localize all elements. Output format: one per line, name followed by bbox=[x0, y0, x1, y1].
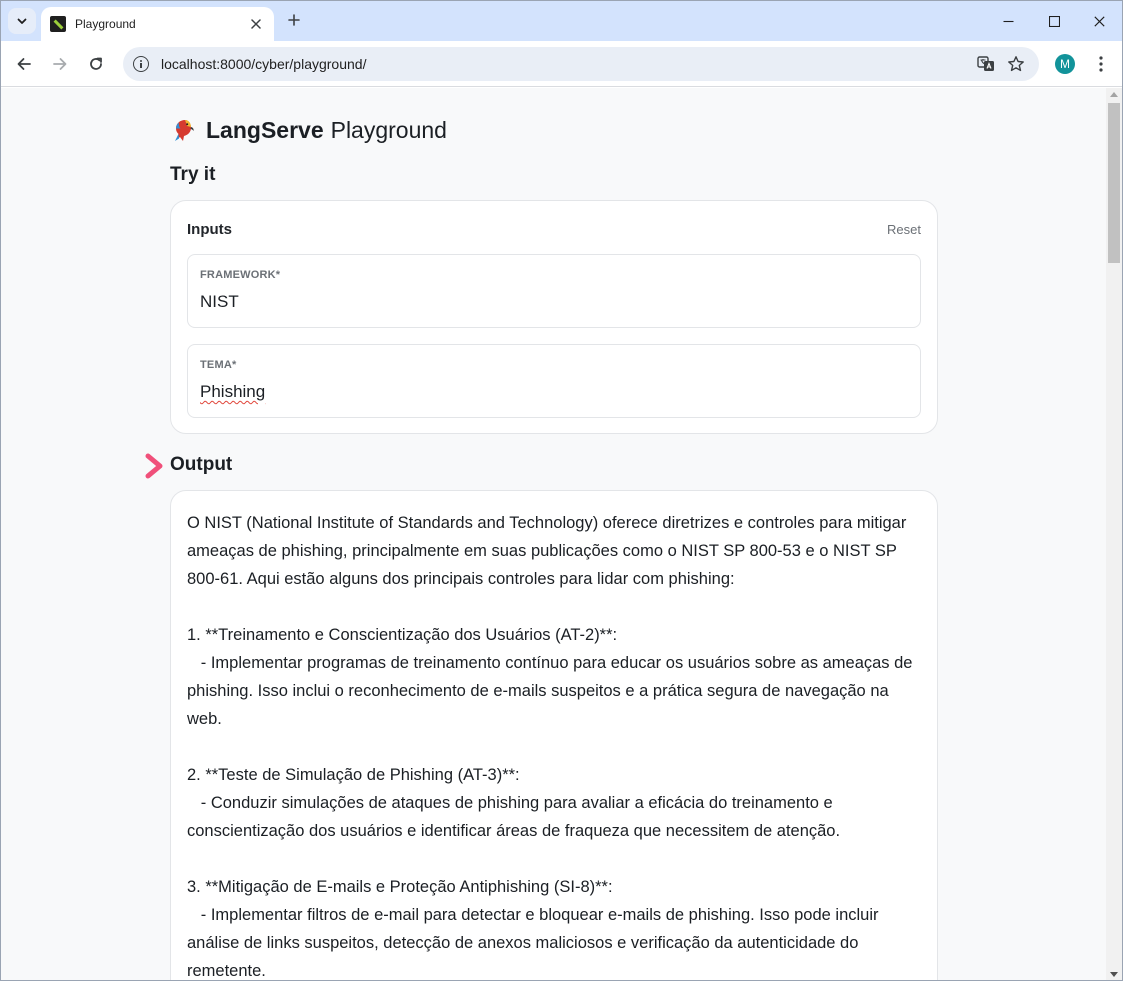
profile-avatar[interactable]: M bbox=[1055, 54, 1075, 74]
favicon-icon bbox=[50, 16, 66, 32]
translate-button[interactable] bbox=[971, 49, 1001, 79]
browser-menu-button[interactable] bbox=[1089, 52, 1113, 76]
browser-window: Playground localhost:8000/cyber/playgrou… bbox=[0, 0, 1123, 981]
new-tab-button[interactable] bbox=[283, 10, 305, 32]
close-icon bbox=[251, 19, 261, 29]
arrow-left-icon bbox=[17, 58, 31, 70]
more-vertical-icon bbox=[1099, 56, 1103, 72]
forward-button[interactable] bbox=[46, 50, 74, 78]
parrot-logo-icon bbox=[175, 120, 194, 141]
scroll-up-arrow-icon[interactable] bbox=[1110, 92, 1118, 97]
try-it-heading: Try it bbox=[170, 164, 216, 185]
maximize-icon bbox=[1048, 15, 1060, 27]
tab-title: Playground bbox=[75, 17, 136, 31]
vertical-scrollbar[interactable] bbox=[1106, 88, 1122, 980]
maximize-button[interactable] bbox=[1031, 9, 1077, 33]
reload-button[interactable] bbox=[82, 50, 110, 78]
arrow-right-icon bbox=[53, 58, 67, 70]
tab-close-button[interactable] bbox=[246, 14, 266, 34]
translate-icon bbox=[977, 56, 994, 71]
framework-input[interactable]: NIST bbox=[200, 292, 239, 312]
output-text: O NIST (National Institute of Standards … bbox=[187, 514, 913, 980]
framework-label: FRAMEWORK* bbox=[200, 269, 281, 281]
tab-search-button[interactable] bbox=[8, 8, 36, 34]
output-card: O NIST (National Institute of Standards … bbox=[170, 490, 938, 980]
scrollbar-thumb[interactable] bbox=[1108, 103, 1120, 263]
brand-suffix: Playground bbox=[330, 116, 447, 143]
title-bar: Playground bbox=[1, 1, 1122, 41]
framework-field[interactable]: FRAMEWORK* NIST bbox=[187, 254, 921, 328]
inputs-card: Inputs Reset FRAMEWORK* NIST TEMA* Phish… bbox=[170, 200, 938, 434]
back-button[interactable] bbox=[10, 50, 38, 78]
plus-icon bbox=[288, 14, 300, 26]
bookmark-button[interactable] bbox=[1001, 49, 1031, 79]
arrow-right-icon bbox=[96, 453, 163, 479]
minimize-button[interactable] bbox=[985, 9, 1031, 33]
url-text[interactable]: localhost:8000/cyber/playground/ bbox=[161, 56, 971, 72]
close-icon bbox=[1093, 15, 1105, 27]
site-info-icon[interactable] bbox=[133, 56, 149, 72]
minimize-icon bbox=[1003, 20, 1013, 22]
chevron-down-icon bbox=[17, 18, 27, 24]
browser-tab-active[interactable]: Playground bbox=[41, 7, 274, 41]
window-close-button[interactable] bbox=[1076, 9, 1122, 33]
browser-toolbar: localhost:8000/cyber/playground/ M bbox=[1, 41, 1122, 87]
output-heading: Output bbox=[170, 454, 233, 475]
address-bar[interactable]: localhost:8000/cyber/playground/ bbox=[123, 47, 1039, 81]
page-viewport: LangServe Playground Try it Inputs Reset… bbox=[1, 88, 1106, 980]
star-icon bbox=[1008, 56, 1024, 72]
scroll-down-arrow-icon[interactable] bbox=[1110, 972, 1118, 977]
tema-input[interactable]: Phishing bbox=[200, 382, 265, 402]
tema-label: TEMA* bbox=[200, 359, 237, 371]
reset-button[interactable]: Reset bbox=[887, 222, 921, 237]
tema-field[interactable]: TEMA* Phishing bbox=[187, 344, 921, 418]
brand-name: LangServe bbox=[206, 116, 324, 143]
reload-icon bbox=[90, 57, 102, 70]
inputs-label: Inputs bbox=[187, 221, 232, 238]
page-header: LangServe Playground bbox=[170, 112, 447, 148]
